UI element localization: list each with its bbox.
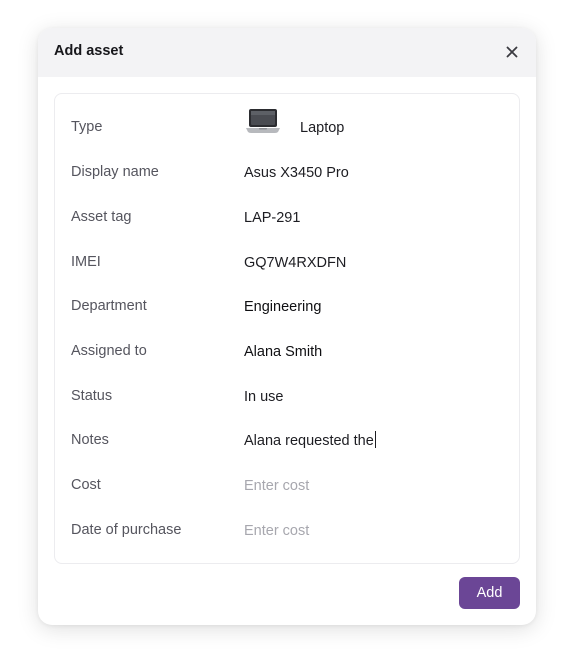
department-label: Department <box>71 298 147 314</box>
status-label: Status <box>71 388 113 404</box>
close-icon[interactable] <box>502 42 522 62</box>
cost-label: Cost <box>71 477 101 493</box>
notes-input[interactable]: Alana requested the <box>244 431 376 451</box>
field-type[interactable]: Type Laptop <box>55 109 519 161</box>
type-label: Type <box>71 119 103 135</box>
assigned-to-label: Assigned to <box>71 343 147 359</box>
field-display-name[interactable]: Display name Asus X3450 Pro <box>55 162 519 206</box>
notes-label: Notes <box>71 432 109 448</box>
asset-tag-input[interactable]: LAP-291 <box>244 208 300 228</box>
field-assigned-to[interactable]: Assigned to Alana Smith <box>55 341 519 385</box>
display-name-label: Display name <box>71 164 159 180</box>
display-name-input[interactable]: Asus X3450 Pro <box>244 163 349 183</box>
field-imei[interactable]: IMEI GQ7W4RXDFN <box>55 252 519 296</box>
notes-text: Alana requested the <box>244 433 374 449</box>
field-department[interactable]: Department Engineering <box>55 296 519 340</box>
asset-form-card: Type Laptop Display name Asus X3450 Pro … <box>54 93 520 564</box>
assigned-to-select[interactable]: Alana Smith <box>244 342 322 362</box>
imei-label: IMEI <box>71 254 101 270</box>
asset-tag-label: Asset tag <box>71 209 132 225</box>
type-value: Laptop <box>300 120 345 136</box>
dialog-header: Add asset <box>38 28 536 77</box>
field-cost[interactable]: Cost Enter cost <box>55 475 519 519</box>
date-of-purchase-label: Date of purchase <box>71 522 182 538</box>
field-status[interactable]: Status In use <box>55 386 519 430</box>
date-of-purchase-input[interactable]: Enter cost <box>244 521 309 541</box>
laptop-icon <box>246 106 280 136</box>
text-caret <box>374 431 376 448</box>
status-select[interactable]: In use <box>244 387 284 407</box>
dialog-title: Add asset <box>54 43 124 59</box>
field-asset-tag[interactable]: Asset tag LAP-291 <box>55 207 519 251</box>
cost-input[interactable]: Enter cost <box>244 476 309 496</box>
department-select[interactable]: Engineering <box>244 297 321 317</box>
field-notes[interactable]: Notes Alana requested the <box>55 430 519 474</box>
imei-input[interactable]: GQ7W4RXDFN <box>244 253 346 273</box>
field-date-of-purchase[interactable]: Date of purchase Enter cost <box>55 520 519 564</box>
add-button[interactable]: Add <box>459 577 520 609</box>
add-asset-dialog: Add asset Type Laptop Display name Asus … <box>38 28 536 625</box>
